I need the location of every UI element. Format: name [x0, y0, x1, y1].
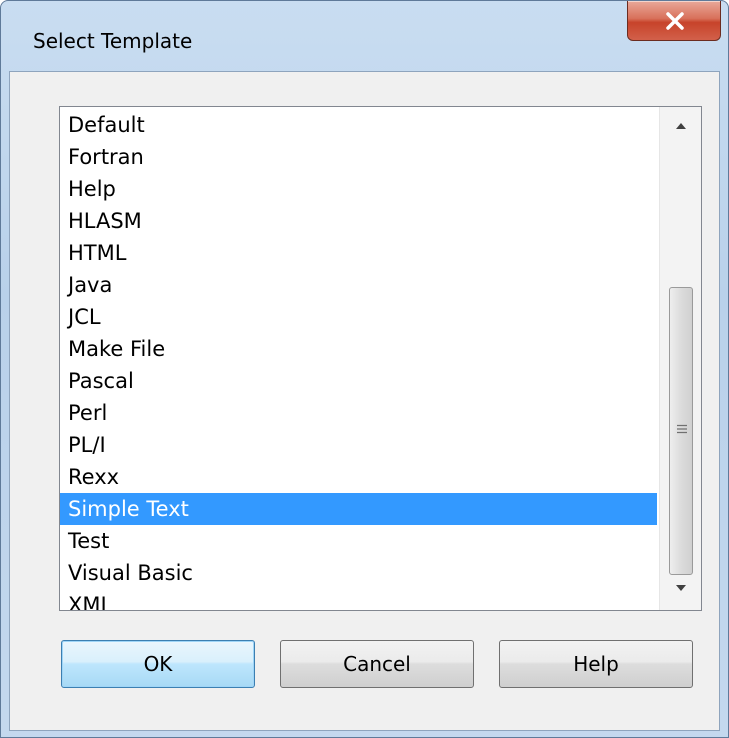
list-item[interactable]: Pascal	[60, 365, 657, 397]
list-item[interactable]: PL/I	[60, 429, 657, 461]
scroll-up-arrow-icon	[676, 123, 686, 129]
list-item[interactable]: JCL	[60, 301, 657, 333]
list-item[interactable]: Default	[60, 109, 657, 141]
window-title: Select Template	[33, 29, 193, 53]
template-list: Default Fortran Help HLASM HTML Java JCL Make F…	[60, 109, 657, 610]
list-item[interactable]: Java	[60, 269, 657, 301]
list-item[interactable]: Fortran	[60, 141, 657, 173]
vertical-scrollbar[interactable]	[659, 107, 701, 610]
close-icon	[666, 12, 684, 30]
scroll-thumb[interactable]	[669, 287, 693, 575]
list-item[interactable]: Rexx	[60, 461, 657, 493]
cancel-button[interactable]: Cancel	[280, 640, 474, 688]
scroll-down-arrow-icon	[676, 585, 686, 591]
list-item[interactable]: HTML	[60, 237, 657, 269]
scroll-down-button[interactable]	[660, 569, 701, 609]
scroll-grip-icon	[677, 424, 687, 434]
list-item[interactable]: Make File	[60, 333, 657, 365]
help-button[interactable]: Help	[499, 640, 693, 688]
list-item[interactable]: Perl	[60, 397, 657, 429]
list-item[interactable]: Test	[60, 525, 657, 557]
list-item[interactable]: HLASM	[60, 205, 657, 237]
scroll-up-button[interactable]	[660, 107, 701, 147]
title-bar[interactable]: Select Template	[1, 1, 728, 73]
template-listbox[interactable]: Default Fortran Help HLASM HTML Java JCL Make F…	[59, 106, 702, 611]
close-button[interactable]	[627, 1, 721, 41]
ok-button[interactable]: OK	[61, 640, 255, 688]
list-item[interactable]: XML	[60, 589, 657, 610]
list-item[interactable]: Visual Basic	[60, 557, 657, 589]
list-item-selected[interactable]: Simple Text	[60, 493, 657, 525]
dialog-client-area: Default Fortran Help HLASM HTML Java JCL Make F…	[9, 71, 720, 731]
list-item[interactable]: Help	[60, 173, 657, 205]
dialog-window: Select Template Default Fortran Help HLASM H…	[0, 0, 729, 738]
